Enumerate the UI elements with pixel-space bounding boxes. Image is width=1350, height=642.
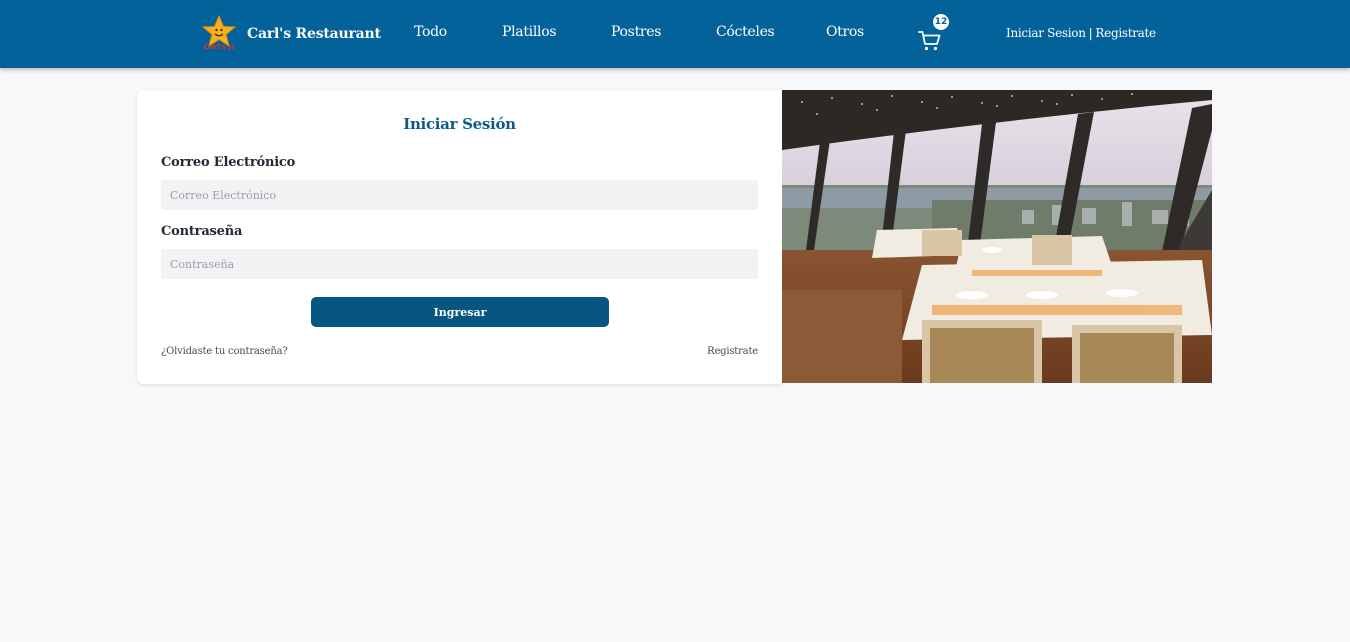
login-title: Iniciar Sesión: [403, 115, 516, 133]
nav-item-platillos[interactable]: Platillos: [502, 24, 557, 40]
shopping-cart-icon: [918, 31, 941, 51]
star-logo-icon: Carl's Jr.: [200, 14, 240, 54]
email-label: Correo Electrónico: [161, 155, 296, 170]
nav-item-todo[interactable]: Todo: [414, 24, 447, 40]
nav-item-postres[interactable]: Postres: [611, 24, 661, 40]
login-card: Iniciar Sesión Correo Electrónico Contra…: [137, 90, 782, 384]
login-submit-button[interactable]: Ingresar: [311, 297, 609, 327]
email-field[interactable]: [161, 180, 758, 210]
restaurant-photo: [782, 90, 1212, 383]
card-register-link[interactable]: Registrate: [707, 346, 758, 357]
cart-button[interactable]: 12: [916, 14, 950, 54]
password-field[interactable]: [161, 249, 758, 279]
forgot-password-link[interactable]: ¿Olvidaste tu contraseña?: [161, 346, 288, 357]
auth-separator: |: [1088, 26, 1093, 40]
navbar: Carl's Jr. Carl's Restaurant Todo Platil…: [0, 0, 1350, 68]
password-label: Contraseña: [161, 224, 243, 239]
cart-count-badge: 12: [933, 14, 949, 30]
brand-name: Carl's Restaurant: [247, 26, 381, 42]
logo-text: Carl's Jr.: [203, 43, 237, 51]
brand-link[interactable]: Carl's Jr. Carl's Restaurant: [200, 14, 381, 54]
nav-item-otros[interactable]: Otros: [826, 24, 864, 40]
auth-links: Iniciar Sesion | Registrate: [1006, 26, 1156, 40]
login-link[interactable]: Iniciar Sesion: [1006, 26, 1086, 40]
register-link[interactable]: Registrate: [1095, 26, 1156, 40]
nav-item-cocteles[interactable]: Cócteles: [716, 24, 775, 40]
